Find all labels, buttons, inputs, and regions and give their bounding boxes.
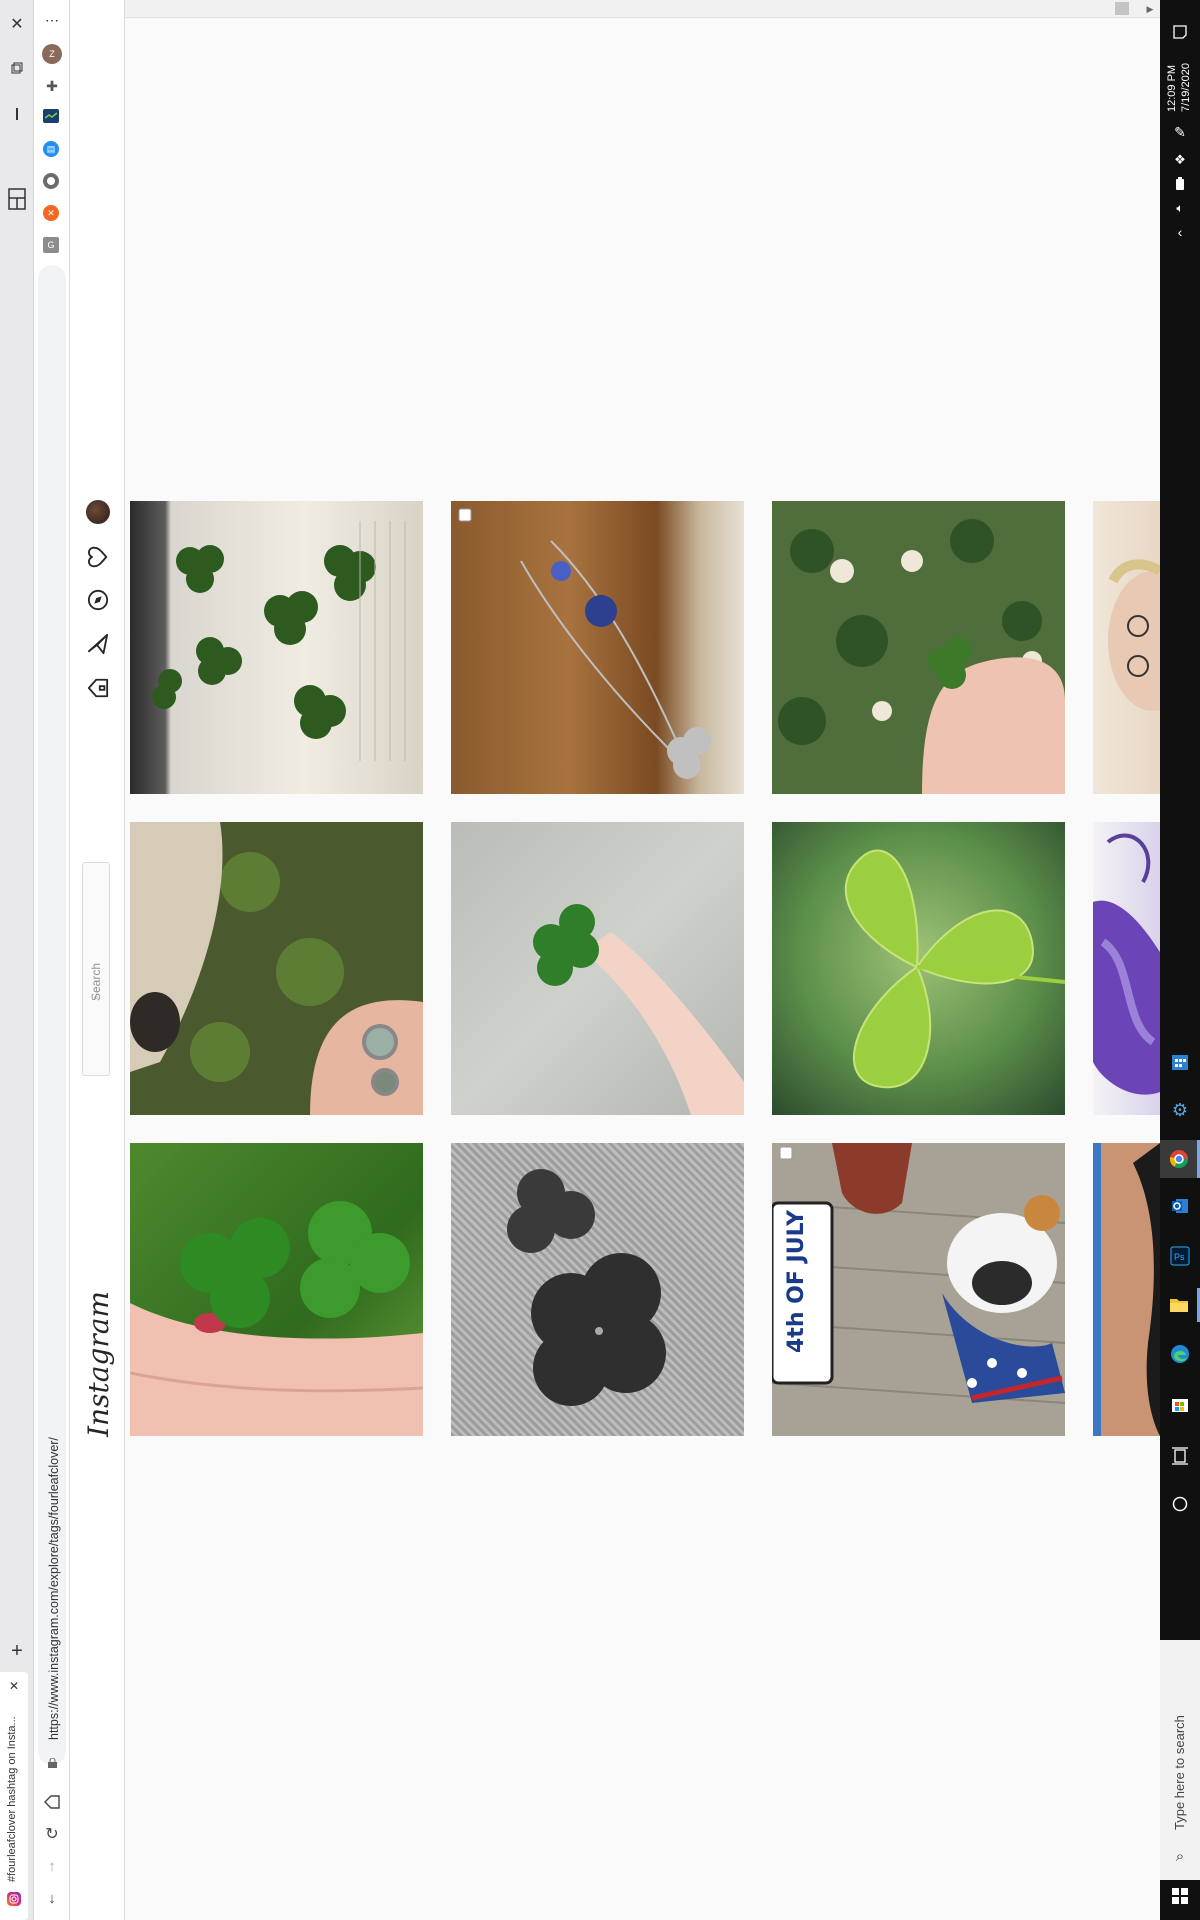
post-purple-fabric[interactable] (1093, 822, 1160, 1115)
extensions-icon[interactable]: ✚ (42, 76, 62, 96)
home-icon[interactable] (40, 1790, 64, 1814)
post-clover-in-grass[interactable] (772, 501, 1065, 794)
face-image (1108, 559, 1160, 711)
post-grid: 4th OF JULY (125, 18, 1160, 1920)
fabric-image (1093, 833, 1160, 1095)
tab-close-icon[interactable]: ✕ (6, 1678, 22, 1694)
clock-time[interactable]: 12:09 PM (1166, 65, 1178, 112)
clover-grass-image (778, 519, 1065, 794)
explore-compass-icon[interactable] (84, 586, 112, 614)
taskbar-search-placeholder: Type here to search (1172, 1715, 1187, 1830)
post-hand-clover[interactable] (451, 822, 744, 1115)
dropbox-icon[interactable]: ❖ (1170, 150, 1190, 170)
profile-avatar[interactable] (86, 500, 110, 524)
profile-avatar-icon[interactable]: Z (42, 44, 62, 64)
direct-send-icon[interactable] (84, 630, 112, 658)
extension-blue-icon[interactable]: ▤ (43, 141, 59, 157)
taskbar-app-store[interactable] (1166, 1390, 1194, 1418)
post-partial-face[interactable] (1093, 501, 1160, 794)
lock-icon (46, 1757, 58, 1769)
extension-circle-icon[interactable] (43, 173, 59, 189)
taskbar-app-file-explorer[interactable] (1160, 1288, 1200, 1322)
action-center-icon[interactable] (1170, 22, 1190, 42)
more-menu-icon[interactable]: ⋯ (40, 10, 64, 30)
show-hidden-icons[interactable]: ‹ (1170, 222, 1190, 242)
search-icon: ⌕ (93, 991, 99, 1002)
post-dog-4th-july[interactable]: 4th OF JULY (772, 1143, 1065, 1436)
tab-instagram[interactable]: ✕ #fourleafclover hashtag on Insta... (0, 1672, 28, 1920)
instagram-header: Search ⌕ Instagram (70, 0, 125, 1920)
instagram-logo[interactable]: Instagram (82, 1291, 115, 1437)
horizontal-scrollbar[interactable]: ◀ ▶ (70, 0, 1160, 18)
battery-icon[interactable] (1170, 174, 1190, 194)
post-clover-leaf-closeup[interactable] (772, 822, 1065, 1115)
post-clovers-on-fingers[interactable] (130, 1143, 423, 1436)
clover-book-image (152, 521, 406, 761)
windows-taskbar: 12:09 PM 7/19/2020 ✎ ❖ 🔈︎ ‹ ⚙ Ps Type he… (1160, 0, 1200, 1920)
svg-text:Ps: Ps (1174, 1252, 1185, 1262)
forward-icon[interactable]: ↑ (40, 1854, 64, 1878)
address-bar[interactable]: https://www.instagram.com/explore/tags/f… (38, 265, 66, 1768)
refresh-icon[interactable]: ↻ (40, 1822, 64, 1846)
address-url[interactable]: https://www.instagram.com/explore/tags/f… (47, 1437, 61, 1740)
pug-image (130, 822, 423, 1115)
post-bw-clovers[interactable] (451, 1143, 744, 1436)
taskbar-app-edge[interactable] (1166, 1340, 1194, 1368)
fourth-of-july-label: 4th OF JULY (784, 1209, 809, 1353)
clover-fingers-image (130, 1201, 423, 1436)
minimize-icon[interactable] (7, 104, 27, 124)
tab-title: #fourleafclover hashtag on Insta... (6, 1716, 18, 1882)
taskbar-app-calendar[interactable] (1166, 1048, 1194, 1076)
search-input[interactable]: Search ⌕ (82, 862, 110, 1076)
post-pug-clover[interactable] (130, 822, 423, 1115)
necklace-image (458, 508, 711, 779)
person-image (1093, 1143, 1160, 1436)
search-icon: ⌕ (1175, 1847, 1185, 1865)
bw-clover-image (507, 1169, 666, 1406)
taskbar-app-photoshop[interactable]: Ps (1166, 1242, 1194, 1270)
cortana-icon[interactable] (1166, 1490, 1194, 1518)
extension-chart-icon[interactable] (43, 109, 59, 123)
hand-clover-image (533, 904, 744, 1115)
dog-image (772, 1143, 1065, 1436)
volume-icon[interactable]: 🔈︎ (1170, 198, 1190, 218)
task-view-icon[interactable] (1166, 1442, 1194, 1470)
pen-icon[interactable]: ✎ (1170, 122, 1190, 142)
leaf-closeup-image (844, 849, 1065, 1089)
back-icon[interactable]: ↓ (40, 1886, 64, 1910)
post-partial-person[interactable] (1093, 1143, 1160, 1436)
tab-strip: ✕ ✕ #fourleafclover hashtag on Insta... … (0, 0, 34, 1920)
taskbar-app-outlook[interactable] (1166, 1192, 1194, 1220)
scroll-right-arrow-icon[interactable]: ▶ (1144, 3, 1156, 15)
close-window-icon[interactable]: ✕ (7, 14, 27, 34)
home-feed-icon[interactable] (84, 674, 112, 702)
taskbar-app-chrome[interactable] (1160, 1140, 1200, 1178)
scroll-thumb[interactable] (1115, 2, 1129, 15)
taskbar-app-settings[interactable]: ⚙ (1166, 1096, 1194, 1124)
extension-g-icon[interactable]: G (43, 237, 59, 253)
instagram-favicon-icon (7, 1892, 21, 1906)
post-clovers-in-book[interactable] (130, 501, 423, 794)
taskbar-search-box[interactable]: Type here to search ⌕ (1160, 1640, 1200, 1880)
post-clover-necklace[interactable] (451, 501, 744, 794)
new-tab-button[interactable]: + (6, 1640, 28, 1662)
browser-toolbar: ⋯ Z ✚ ▤ ✕ G https://www.instagram.com/ex… (34, 0, 70, 1920)
tab-actions-icon[interactable] (7, 58, 27, 78)
activity-heart-icon[interactable] (84, 543, 112, 571)
tabs-panel-icon[interactable] (4, 186, 30, 212)
extension-orange-icon[interactable]: ✕ (43, 205, 59, 221)
clock-date[interactable]: 7/19/2020 (1180, 63, 1192, 112)
start-button-icon[interactable] (1168, 1884, 1192, 1908)
